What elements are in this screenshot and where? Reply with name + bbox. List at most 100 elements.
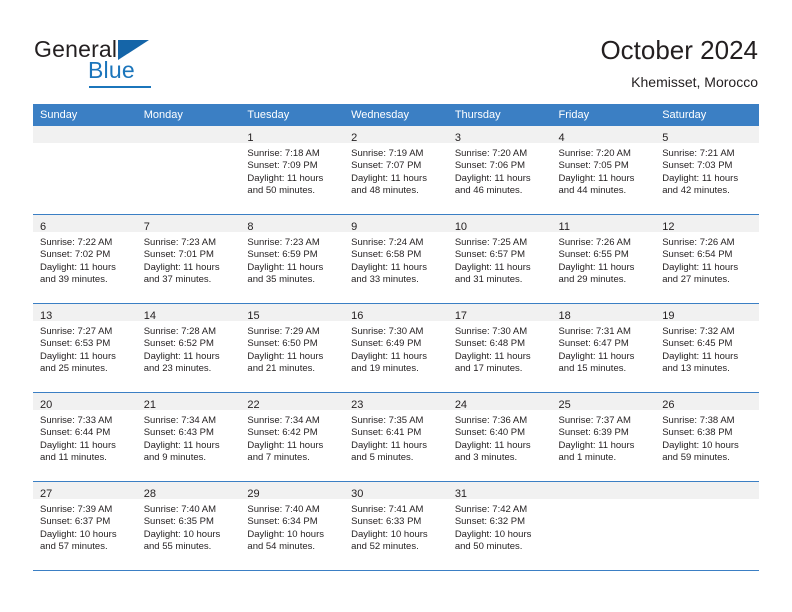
calendar-day-cell[interactable]: 31 Sunrise: 7:42 AM Sunset: 6:32 PM Dayligh…: [447, 482, 552, 571]
daylight-text-line2: and 55 minutes.: [143, 541, 212, 553]
calendar-day-cell[interactable]: 14 Sunrise: 7:28 AM Sunset: 6:52 PM Dayligh…: [136, 304, 241, 393]
sunrise-text: Sunrise: 7:29 AM: [247, 326, 320, 337]
calendar-empty-cell: [551, 482, 656, 571]
daylight-text-line2: and 7 minutes.: [247, 452, 310, 464]
sunset-text: Sunset: 6:58 PM: [351, 249, 422, 261]
day-cell-details: Sunrise: 7:39 AM Sunset: 6:37 PM Daylight:…: [33, 499, 137, 554]
day-number: 3: [454, 132, 461, 144]
calendar-day-cell[interactable]: 6 Sunrise: 7:22 AM Sunset: 7:02 PM Daylight…: [33, 215, 137, 304]
day-number-band: 5: [655, 126, 759, 144]
calendar-day-cell[interactable]: 22 Sunrise: 7:34 AM Sunset: 6:42 PM Dayligh…: [240, 393, 345, 482]
day-cell-details: Sunrise: 7:37 AM Sunset: 6:39 PM Daylight:…: [552, 410, 656, 465]
daylight-text-line2: and 50 minutes.: [454, 541, 523, 553]
day-number-band: 3: [447, 126, 552, 144]
day-cell-details: Sunrise: 7:21 AM Sunset: 7:03 PM Daylight:…: [655, 143, 759, 198]
day-cell-inner: 19 Sunrise: 7:32 AM Sunset: 6:45 PM Dayligh…: [655, 304, 759, 393]
calendar-day-cell[interactable]: 8 Sunrise: 7:23 AM Sunset: 6:59 PM Daylight…: [240, 215, 345, 304]
day-number-band: 24: [447, 393, 552, 411]
daylight-text-line1: Daylight: 10 hours: [454, 528, 532, 540]
calendar-day-cell[interactable]: 2 Sunrise: 7:19 AM Sunset: 7:07 PM Daylight…: [344, 126, 448, 215]
day-cell-inner: 31 Sunrise: 7:42 AM Sunset: 6:32 PM Dayligh…: [447, 482, 552, 571]
daylight-text-line1: Daylight: 11 hours: [143, 439, 220, 451]
daylight-text-line1: Daylight: 11 hours: [143, 261, 220, 273]
sunrise-text: Sunrise: 7:35 AM: [351, 415, 424, 426]
calendar-day-cell[interactable]: 11 Sunrise: 7:26 AM Sunset: 6:55 PM Dayligh…: [551, 215, 656, 304]
day-number: 8: [247, 221, 254, 233]
day-cell-details: Sunrise: 7:27 AM Sunset: 6:53 PM Daylight:…: [33, 321, 137, 376]
sunrise-text: Sunrise: 7:21 AM: [662, 148, 735, 159]
calendar-day-cell[interactable]: 10 Sunrise: 7:25 AM Sunset: 6:57 PM Dayligh…: [447, 215, 552, 304]
calendar-day-cell[interactable]: 18 Sunrise: 7:31 AM Sunset: 6:47 PM Dayligh…: [551, 304, 656, 393]
day-cell-inner: 25 Sunrise: 7:37 AM Sunset: 6:39 PM Dayligh…: [551, 393, 656, 482]
calendar-day-cell[interactable]: 29 Sunrise: 7:40 AM Sunset: 6:34 PM Dayligh…: [240, 482, 345, 571]
daylight-text-line1: Daylight: 10 hours: [351, 528, 428, 540]
calendar-day-cell[interactable]: 15 Sunrise: 7:29 AM Sunset: 6:50 PM Dayligh…: [240, 304, 345, 393]
daylight-text-line2: and 5 minutes.: [351, 452, 414, 464]
calendar-day-cell[interactable]: 25 Sunrise: 7:37 AM Sunset: 6:39 PM Dayligh…: [551, 393, 656, 482]
sunrise-text: Sunrise: 7:26 AM: [662, 237, 735, 248]
day-number: 19: [662, 310, 675, 322]
day-number-band: 30: [344, 482, 448, 500]
sunset-text: Sunset: 6:35 PM: [143, 516, 214, 528]
sunrise-text: Sunrise: 7:28 AM: [143, 326, 217, 337]
calendar-empty-cell: [33, 126, 137, 215]
day-number-band: [136, 126, 241, 143]
calendar-body: 1 Sunrise: 7:18 AM Sunset: 7:09 PM Daylight…: [33, 126, 759, 571]
calendar-day-cell[interactable]: 23 Sunrise: 7:35 AM Sunset: 6:41 PM Dayligh…: [344, 393, 448, 482]
sunset-text: Sunset: 7:09 PM: [247, 160, 318, 172]
calendar-day-cell[interactable]: 27 Sunrise: 7:39 AM Sunset: 6:37 PM Dayligh…: [33, 482, 137, 571]
title-block: October 2024 Khemisset, Morocco: [600, 34, 758, 92]
daylight-text-line1: Daylight: 11 hours: [351, 350, 427, 362]
calendar-week-row: 6 Sunrise: 7:22 AM Sunset: 7:02 PM Daylight…: [33, 215, 759, 304]
calendar-day-cell[interactable]: 30 Sunrise: 7:41 AM Sunset: 6:33 PM Dayligh…: [344, 482, 448, 571]
sunset-text: Sunset: 6:42 PM: [247, 427, 318, 439]
calendar-day-cell[interactable]: 9 Sunrise: 7:24 AM Sunset: 6:58 PM Daylight…: [344, 215, 448, 304]
day-cell-details: Sunrise: 7:33 AM Sunset: 6:44 PM Daylight:…: [33, 410, 137, 465]
day-number: 14: [143, 310, 156, 322]
day-number: 18: [558, 310, 571, 322]
calendar-day-cell[interactable]: 19 Sunrise: 7:32 AM Sunset: 6:45 PM Dayligh…: [655, 304, 759, 393]
calendar-day-cell[interactable]: 21 Sunrise: 7:34 AM Sunset: 6:43 PM Dayligh…: [136, 393, 241, 482]
calendar-day-cell[interactable]: 16 Sunrise: 7:30 AM Sunset: 6:49 PM Dayligh…: [344, 304, 448, 393]
calendar-day-cell[interactable]: 24 Sunrise: 7:36 AM Sunset: 6:40 PM Dayligh…: [447, 393, 552, 482]
day-number-band: 9: [344, 215, 448, 233]
sunset-text: Sunset: 6:41 PM: [351, 427, 422, 439]
day-number: 7: [143, 221, 150, 233]
sunset-text: Sunset: 7:05 PM: [558, 160, 629, 172]
calendar-week-row: 20 Sunrise: 7:33 AM Sunset: 6:44 PM Dayligh…: [33, 393, 759, 482]
calendar-day-cell[interactable]: 12 Sunrise: 7:26 AM Sunset: 6:54 PM Dayligh…: [655, 215, 759, 304]
day-number-band: 29: [240, 482, 345, 500]
day-number-band: 31: [447, 482, 552, 500]
calendar-day-cell[interactable]: 28 Sunrise: 7:40 AM Sunset: 6:35 PM Dayligh…: [136, 482, 241, 571]
day-cell-inner: 12 Sunrise: 7:26 AM Sunset: 6:54 PM Dayligh…: [655, 215, 759, 304]
general-blue-logo[interactable]: General Blue: [34, 36, 214, 88]
calendar-day-cell[interactable]: 4 Sunrise: 7:20 AM Sunset: 7:05 PM Daylight…: [551, 126, 656, 215]
sunset-text: Sunset: 6:43 PM: [143, 427, 214, 439]
daylight-text-line2: and 59 minutes.: [662, 452, 730, 464]
day-number: 15: [247, 310, 260, 322]
day-cell-details: Sunrise: 7:31 AM Sunset: 6:47 PM Daylight:…: [552, 321, 656, 376]
daylight-text-line1: Daylight: 11 hours: [558, 261, 635, 273]
day-cell-inner: 10 Sunrise: 7:25 AM Sunset: 6:57 PM Dayligh…: [447, 215, 552, 304]
calendar-day-cell[interactable]: 26 Sunrise: 7:38 AM Sunset: 6:38 PM Dayligh…: [655, 393, 759, 482]
day-number: 4: [558, 132, 565, 144]
calendar-day-cell[interactable]: 7 Sunrise: 7:23 AM Sunset: 7:01 PM Daylight…: [136, 215, 241, 304]
daylight-text-line1: Daylight: 11 hours: [247, 439, 324, 451]
calendar-week-row: 13 Sunrise: 7:27 AM Sunset: 6:53 PM Dayligh…: [33, 304, 759, 393]
daylight-text-line1: Daylight: 11 hours: [662, 172, 739, 184]
calendar-day-cell[interactable]: 17 Sunrise: 7:30 AM Sunset: 6:48 PM Dayligh…: [447, 304, 552, 393]
sunrise-text: Sunrise: 7:38 AM: [662, 415, 735, 426]
sunset-text: Sunset: 6:47 PM: [558, 338, 629, 350]
day-cell-inner: 1 Sunrise: 7:18 AM Sunset: 7:09 PM Daylight…: [240, 126, 345, 215]
calendar-day-cell[interactable]: 5 Sunrise: 7:21 AM Sunset: 7:03 PM Daylight…: [655, 126, 759, 215]
day-cell-inner: 26 Sunrise: 7:38 AM Sunset: 6:38 PM Dayligh…: [655, 393, 759, 482]
day-cell-inner: [136, 126, 241, 215]
sunset-text: Sunset: 7:07 PM: [351, 160, 422, 172]
calendar-day-cell[interactable]: 20 Sunrise: 7:33 AM Sunset: 6:44 PM Dayligh…: [33, 393, 137, 482]
sunrise-text: Sunrise: 7:31 AM: [558, 326, 631, 337]
calendar-day-cell[interactable]: 3 Sunrise: 7:20 AM Sunset: 7:06 PM Daylight…: [447, 126, 552, 215]
calendar-day-cell[interactable]: 13 Sunrise: 7:27 AM Sunset: 6:53 PM Dayligh…: [33, 304, 137, 393]
sunrise-text: Sunrise: 7:23 AM: [143, 237, 217, 248]
day-number-band: [655, 482, 759, 499]
calendar-day-cell[interactable]: 1 Sunrise: 7:18 AM Sunset: 7:09 PM Daylight…: [240, 126, 345, 215]
